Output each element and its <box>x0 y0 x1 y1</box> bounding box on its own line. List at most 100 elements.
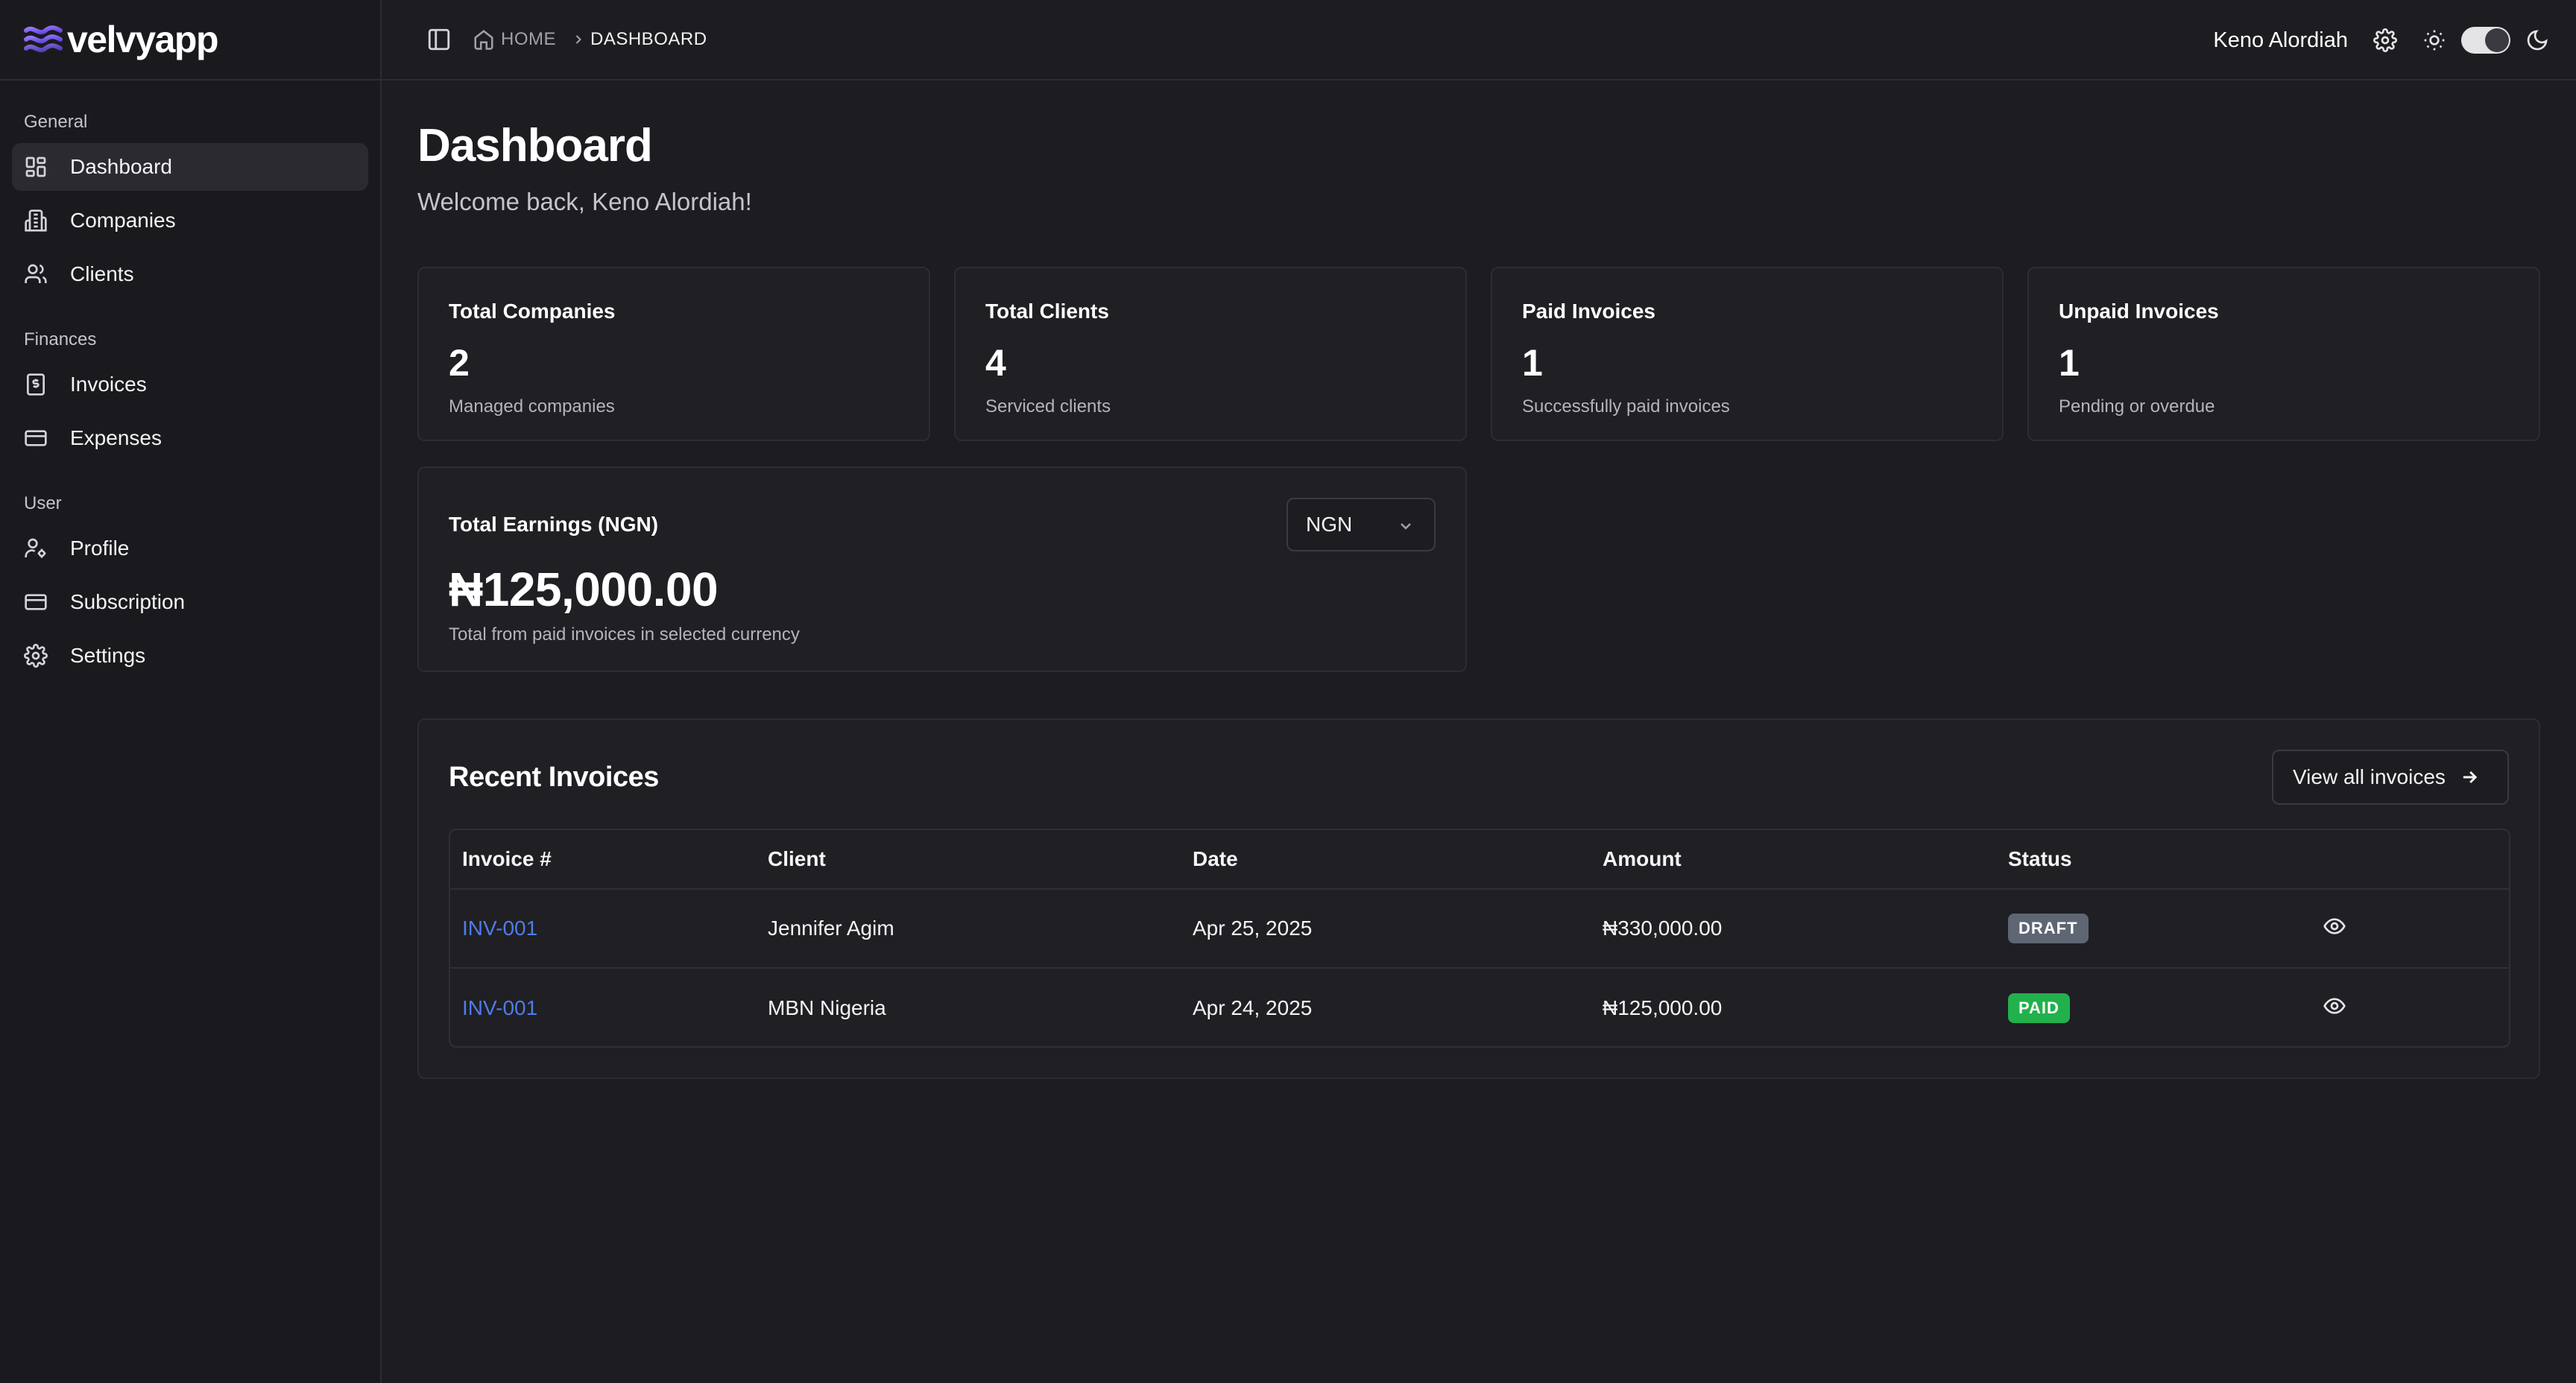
column-header-status: Status <box>2008 847 2072 870</box>
invoice-date: Apr 25, 2025 <box>1193 917 1313 940</box>
invoice-link[interactable]: INV-001 <box>462 996 537 1020</box>
logo[interactable]: velvyapp <box>0 0 380 80</box>
status-badge: PAID <box>2008 993 2070 1023</box>
sidebar-item-label: Invoices <box>70 373 147 396</box>
table-row: INV-001 MBN Nigeria Apr 24, 2025 ₦125,00… <box>450 969 2509 1046</box>
velvy-logo-icon <box>24 23 63 56</box>
nav-group-label: User <box>24 493 62 513</box>
column-header-amount: Amount <box>1603 847 1682 870</box>
stat-desc: Successfully paid invoices <box>1522 396 1730 417</box>
sidebar-item-companies[interactable]: Companies <box>12 197 368 244</box>
user-name[interactable]: Keno Alordiah <box>2213 28 2348 53</box>
receipt-icon <box>24 373 48 396</box>
sidebar-item-label: Clients <box>70 262 134 285</box>
sidebar-item-label: Profile <box>70 537 130 560</box>
stat-desc: Serviced clients <box>985 396 1111 417</box>
sidebar-item-settings[interactable]: Settings <box>12 632 368 680</box>
top-header: HOME DASHBOARD Keno Alordiah <box>382 0 2576 80</box>
earnings-desc: Total from paid invoices in selected cur… <box>449 624 800 645</box>
stat-card-companies: Total Companies 2 Managed companies <box>417 267 930 441</box>
invoice-amount: ₦330,000.00 <box>1603 917 1723 940</box>
view-all-label: View all invoices <box>2293 765 2446 788</box>
invoice-date: Apr 24, 2025 <box>1193 996 1313 1019</box>
table-row: INV-001 Jennifer Agim Apr 25, 2025 ₦330,… <box>450 890 2509 969</box>
credit-card-icon <box>24 590 48 614</box>
nav-group-label: General <box>24 112 88 132</box>
nav-group-user: User Profile Subscription Settings <box>0 489 380 680</box>
column-header-invoice: Invoice # <box>462 847 552 870</box>
earnings-card: Total Earnings (NGN) NGN ₦125,000.00 Tot… <box>417 466 1467 672</box>
status-cell: PAID <box>2008 993 2070 1023</box>
nav-group-label: Finances <box>24 329 97 349</box>
stat-desc: Pending or overdue <box>2059 396 2215 417</box>
theme-toggle-knob <box>2485 28 2509 52</box>
stat-title: Total Clients <box>985 300 1109 323</box>
gear-icon <box>24 644 48 668</box>
arrow-right-icon <box>2459 767 2480 788</box>
status-badge: DRAFT <box>2008 914 2089 943</box>
stat-value: 1 <box>1522 342 1543 384</box>
moon-icon <box>2525 28 2549 52</box>
nav-group-finances: Finances Invoices Expenses <box>0 325 380 462</box>
sidebar: velvyapp General Dashboard Companies Cli… <box>0 0 382 1383</box>
sidebar-item-profile[interactable]: Profile <box>12 525 368 572</box>
recent-invoices-card: Recent Invoices View all invoices Invoic… <box>417 718 2540 1079</box>
stat-value: 1 <box>2059 342 2080 384</box>
sidebar-item-invoices[interactable]: Invoices <box>12 361 368 408</box>
invoices-table: Invoice # Client Date Amount Status INV-… <box>449 829 2510 1048</box>
sidebar-item-clients[interactable]: Clients <box>12 250 368 298</box>
view-invoice-button[interactable] <box>2323 914 2346 943</box>
earnings-title: Total Earnings (NGN) <box>449 513 659 536</box>
chevron-down-icon <box>1397 517 1415 535</box>
currency-select-value: NGN <box>1306 513 1353 536</box>
sidebar-item-expenses[interactable]: Expenses <box>12 414 368 462</box>
invoice-link[interactable]: INV-001 <box>462 917 537 940</box>
sidebar-item-label: Expenses <box>70 426 162 449</box>
home-icon <box>473 28 495 51</box>
logo-text: velvyapp <box>67 19 219 60</box>
breadcrumb-home-label: HOME <box>501 29 556 49</box>
eye-icon <box>2323 914 2346 938</box>
stat-card-clients: Total Clients 4 Serviced clients <box>954 267 1467 441</box>
stat-title: Total Companies <box>449 300 616 323</box>
page-title: Dashboard <box>417 120 653 171</box>
sidebar-item-label: Subscription <box>70 590 186 613</box>
breadcrumb-current: DASHBOARD <box>590 29 707 49</box>
theme-toggle[interactable] <box>2461 27 2510 54</box>
sidebar-toggle-icon[interactable] <box>426 27 452 52</box>
credit-card-icon <box>24 426 48 450</box>
currency-select[interactable]: NGN <box>1287 498 1436 551</box>
nav-group-general: General Dashboard Companies Clients <box>0 107 380 298</box>
stat-card-unpaid-invoices: Unpaid Invoices 1 Pending or overdue <box>2027 267 2540 441</box>
users-icon <box>24 262 48 286</box>
chevron-right-icon <box>571 32 586 47</box>
sidebar-item-label: Companies <box>70 209 176 232</box>
status-cell: DRAFT <box>2008 914 2089 943</box>
sidebar-item-label: Dashboard <box>70 155 172 178</box>
stat-value: 2 <box>449 342 470 384</box>
invoice-client: MBN Nigeria <box>768 996 886 1019</box>
recent-invoices-title: Recent Invoices <box>449 762 659 793</box>
stat-card-paid-invoices: Paid Invoices 1 Successfully paid invoic… <box>1491 267 2004 441</box>
view-all-invoices-button[interactable]: View all invoices <box>2272 750 2509 805</box>
sidebar-item-label: Settings <box>70 644 146 667</box>
layout-grid-icon <box>24 155 48 179</box>
user-cog-icon <box>24 537 48 560</box>
header-actions: Keno Alordiah <box>2213 0 2549 80</box>
eye-icon <box>2323 994 2346 1018</box>
column-header-date: Date <box>1193 847 1238 870</box>
stat-title: Unpaid Invoices <box>2059 300 2219 323</box>
page-subtitle: Welcome back, Keno Alordiah! <box>417 188 752 215</box>
view-invoice-button[interactable] <box>2323 994 2346 1023</box>
table-header-row: Invoice # Client Date Amount Status <box>450 830 2509 890</box>
invoice-client: Jennifer Agim <box>768 917 894 940</box>
stat-desc: Managed companies <box>449 396 615 417</box>
sidebar-item-dashboard[interactable]: Dashboard <box>12 143 368 191</box>
gear-icon[interactable] <box>2373 28 2397 52</box>
sun-icon <box>2422 28 2446 52</box>
invoice-amount: ₦125,000.00 <box>1603 996 1723 1019</box>
breadcrumb: HOME DASHBOARD <box>452 28 707 51</box>
sidebar-item-subscription[interactable]: Subscription <box>12 578 368 626</box>
column-header-client: Client <box>768 847 826 870</box>
breadcrumb-home[interactable]: HOME <box>473 28 556 51</box>
